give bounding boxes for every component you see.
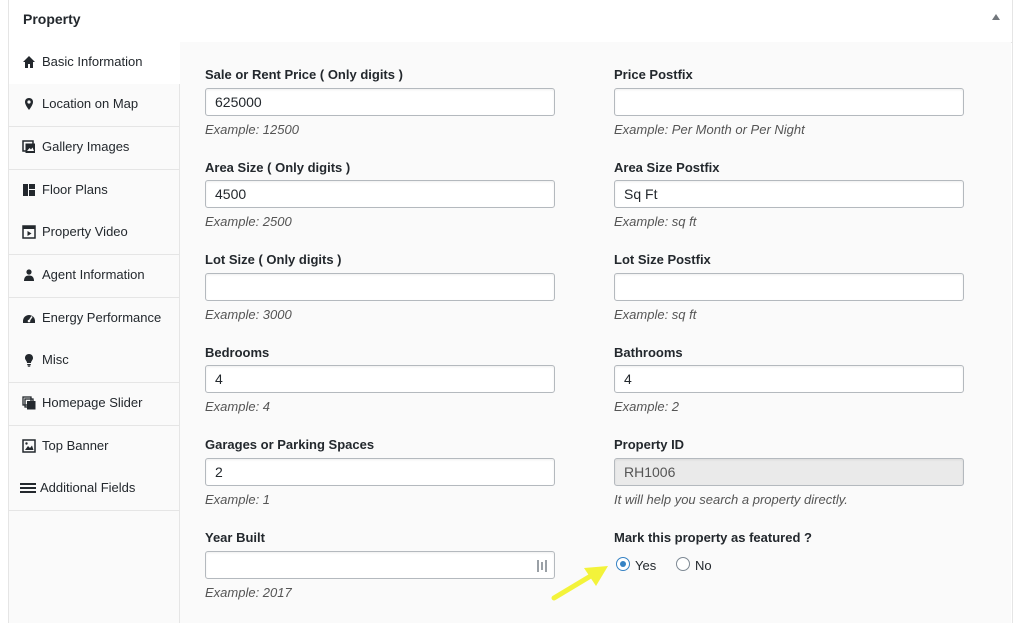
metabox-header: Property [9,0,1012,43]
year-built-label: Year Built [205,530,265,545]
property-metabox: Property Basic Information Location on M… [8,0,1013,623]
agent-icon [24,269,34,281]
tab-label: Top Banner [42,438,109,453]
dashboard-icon [23,315,35,323]
lot-size-input[interactable] [205,273,555,301]
area-size-input[interactable]: 4500 [205,180,555,208]
tab-label: Energy Performance [42,310,162,325]
bedrooms-label: Bedrooms [205,345,270,360]
property-id-input[interactable]: RH1006 [614,458,964,486]
bathrooms-hint: Example: 2 [614,399,680,414]
number-spinner-icon[interactable] [536,559,548,573]
bedrooms-input[interactable]: 4 [205,365,555,393]
tab-gallery-images[interactable]: Gallery Images [9,127,179,170]
tab-additional-fields[interactable]: Additional Fields [9,468,179,511]
tab-misc[interactable]: Misc [9,340,179,383]
price-label: Sale or Rent Price ( Only digits ) [205,67,403,82]
home-icon [23,56,35,68]
metabox-title: Property [23,11,81,27]
garages-input[interactable]: 2 [205,458,555,486]
property-id-label: Property ID [614,437,685,452]
tab-property-video[interactable]: Property Video [9,212,179,255]
image-icon [22,439,36,453]
tab-content-basic-information: Sale or Rent Price ( Only digits ) 62500… [180,42,1011,623]
property-id-hint: It will help you search a property direc… [614,492,848,507]
tab-label: Misc [42,352,69,367]
lot-postfix-label: Lot Size Postfix [614,252,711,267]
area-size-label: Area Size ( Only digits ) [205,160,351,175]
garages-label: Garages or Parking Spaces [205,437,375,452]
tab-label: Property Video [42,224,128,239]
tab-label: Agent Information [42,267,145,282]
area-postfix-hint: Example: sq ft [614,214,697,229]
featured-no-radio[interactable] [676,557,690,571]
collapse-toggle-icon[interactable] [992,14,1000,20]
tab-basic-information[interactable]: Basic Information [9,42,180,85]
bathrooms-label: Bathrooms [614,345,683,360]
slider-icon [22,396,36,410]
annotation-arrow-icon [551,566,608,601]
map-pin-icon [25,98,33,110]
menu-icon [20,483,36,493]
lot-postfix-input[interactable] [614,273,964,301]
garages-hint: Example: 1 [205,492,271,507]
bathrooms-input[interactable]: 4 [614,365,964,393]
price-input[interactable]: 625000 [205,88,555,116]
video-icon [22,225,36,239]
tab-label: Homepage Slider [42,395,143,410]
tab-energy-performance[interactable]: Energy Performance [9,298,179,341]
lot-postfix-hint: Example: sq ft [614,307,697,322]
featured-yes-radio[interactable] [616,557,630,571]
tab-agent-information[interactable]: Agent Information [9,255,179,298]
tab-floor-plans[interactable]: Floor Plans [9,170,179,213]
tab-label: Location on Map [42,96,139,111]
lightbulb-icon [25,354,33,367]
tab-label: Floor Plans [42,182,108,197]
lot-size-label: Lot Size ( Only digits ) [205,252,342,267]
featured-yes-label[interactable]: Yes [635,558,656,573]
price-postfix-label: Price Postfix [614,67,693,82]
tab-label: Basic Information [42,54,143,69]
floor-plans-icon [23,184,35,196]
lot-size-hint: Example: 3000 [205,307,292,322]
tab-label: Gallery Images [42,139,130,154]
year-built-input[interactable] [205,551,555,579]
bedrooms-hint: Example: 4 [205,399,271,414]
tab-homepage-slider[interactable]: Homepage Slider [9,383,179,426]
featured-label: Mark this property as featured ? [614,530,812,545]
price-hint: Example: 12500 [205,122,299,137]
tab-top-banner[interactable]: Top Banner [9,426,179,469]
tab-label: Additional Fields [40,480,136,495]
tab-location-on-map[interactable]: Location on Map [9,84,179,127]
featured-no-label[interactable]: No [695,558,712,573]
tabs-sidebar: Basic Information Location on Map Galler… [9,42,180,623]
gallery-icon [22,140,35,153]
year-built-hint: Example: 2017 [205,585,292,600]
price-postfix-input[interactable] [614,88,964,116]
area-size-hint: Example: 2500 [205,214,292,229]
area-postfix-label: Area Size Postfix [614,160,720,175]
area-postfix-input[interactable]: Sq Ft [614,180,964,208]
price-postfix-hint: Example: Per Month or Per Night [614,122,805,137]
